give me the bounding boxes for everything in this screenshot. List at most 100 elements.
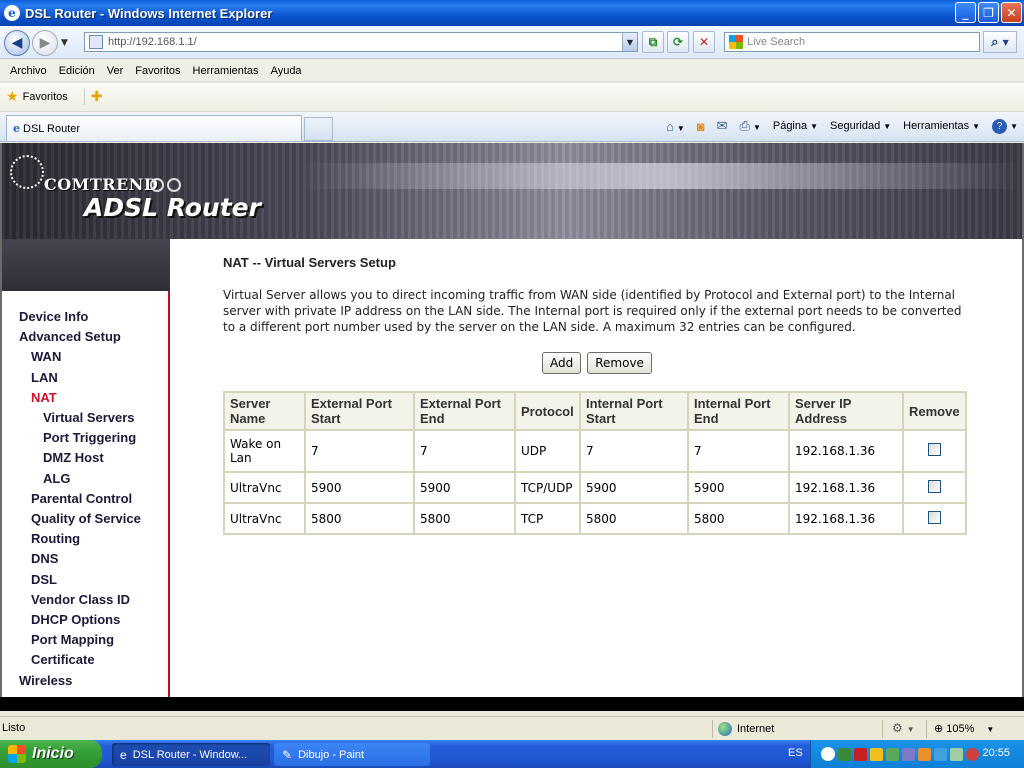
menu-favoritos[interactable]: Favoritos [129, 65, 186, 77]
window-title: DSL Router - Windows Internet Explorer [25, 5, 273, 21]
cell-ext-port-end: 5900 [413, 471, 516, 504]
remove-checkbox[interactable] [927, 443, 941, 456]
sidebar-item-quality-of-service[interactable]: Quality of Service [31, 511, 141, 526]
zoom-control[interactable]: ⊕ 105% ▼ [934, 722, 994, 735]
sidebar-item-device-info[interactable]: Device Info [19, 309, 88, 324]
sidebar-item-dmz-host[interactable]: DMZ Host [43, 450, 104, 465]
history-dropdown-icon[interactable]: ▼ [61, 38, 68, 48]
sidebar-item-certificate[interactable]: Certificate [31, 652, 95, 667]
tray-expand-icon[interactable] [821, 747, 835, 761]
sidebar-item-wan[interactable]: WAN [31, 349, 61, 364]
favorites-button[interactable]: Favoritos [23, 91, 68, 103]
windows-flag-icon [8, 745, 26, 763]
tab-dsl-router[interactable]: e DSL Router [6, 115, 302, 141]
cell-int-port-end: 5800 [687, 502, 790, 535]
sidebar-item-parental-control[interactable]: Parental Control [31, 491, 132, 506]
tools-menu[interactable]: Herramientas ▼ [903, 120, 980, 132]
print-button[interactable]: ⎙ ▼ [740, 118, 761, 134]
sidebar-item-dsl[interactable]: DSL [31, 572, 57, 587]
cell-server-ip: 192.168.1.36 [788, 502, 904, 535]
tray-network-icon[interactable] [838, 747, 851, 761]
clock: 20:55 [982, 747, 1010, 759]
back-button[interactable]: ◀ [4, 30, 30, 56]
brand-logo: COMTREND [44, 175, 159, 194]
page-description: Virtual Server allows you to direct inco… [223, 288, 962, 334]
address-dropdown-icon[interactable]: ▼ [622, 33, 637, 51]
sidebar-item-port-mapping[interactable]: Port Mapping [31, 632, 114, 647]
taskbar-item-paint[interactable]: ✎ Dibujo - Paint [274, 743, 430, 766]
cell-server-name: Wake on Lan [223, 429, 306, 473]
add-button[interactable]: Add [542, 352, 582, 374]
tray-acrobat-icon[interactable] [854, 747, 867, 761]
table-row: UltraVnc 5800 5800 TCP 5800 5800 192.168.1.36 [223, 502, 967, 535]
address-input[interactable]: http://192.168.1.1/ ▼ [84, 32, 638, 52]
page-menu[interactable]: Página ▼ [773, 120, 818, 132]
taskbar-item-ie[interactable]: e DSL Router - Window... [112, 743, 270, 766]
router-banner: COMTREND ADSL Router [2, 143, 1022, 239]
address-url[interactable]: http://192.168.1.1/ [108, 36, 622, 48]
sidebar-item-nat[interactable]: NAT [31, 390, 57, 405]
stop-button[interactable]: ✕ [693, 31, 715, 53]
tray-app-icon[interactable] [918, 747, 931, 761]
mail-icon[interactable]: ✉ [717, 118, 728, 134]
forward-button[interactable]: ▶ [32, 30, 58, 56]
security-menu[interactable]: Seguridad ▼ [830, 120, 891, 132]
menu-ayuda[interactable]: Ayuda [265, 65, 308, 77]
language-indicator[interactable]: ES [788, 747, 803, 759]
compatibility-icon[interactable]: ⧉ [642, 31, 664, 53]
product-title: ADSL Router [84, 193, 261, 222]
sidebar-item-lan[interactable]: LAN [31, 370, 58, 385]
sidebar-item-wireless[interactable]: Wireless [19, 673, 72, 688]
protected-mode-icon[interactable]: ⚙ ▼ [892, 721, 915, 735]
sidebar-item-virtual-servers[interactable]: Virtual Servers [43, 410, 135, 425]
sidebar-item-advanced-setup[interactable]: Advanced Setup [19, 329, 121, 344]
menu-archivo[interactable]: Archivo [4, 65, 53, 77]
menu-edicion[interactable]: Edición [53, 65, 101, 77]
tray-shield-icon[interactable] [870, 747, 883, 761]
col-protocol: Protocol [514, 391, 581, 431]
menu-bar: Archivo Edición Ver Favoritos Herramient… [0, 60, 1024, 82]
status-text: Listo [2, 722, 26, 734]
print-icon: ⎙ [739, 118, 750, 133]
help-button[interactable]: ? ▼ [992, 118, 1018, 134]
cell-protocol: TCP [514, 502, 581, 535]
home-button[interactable]: ⌂ ▼ [666, 119, 685, 134]
sidebar-item-dhcp-options[interactable]: DHCP Options [31, 612, 120, 627]
search-input[interactable]: Live Search [724, 32, 980, 52]
sidebar-item-dns[interactable]: DNS [31, 551, 58, 566]
command-bar: ⌂ ▼ ◙ ✉ ⎙ ▼ Página ▼ Seguridad ▼ Herramienta… [666, 118, 1018, 134]
feeds-icon[interactable]: ◙ [697, 119, 705, 134]
restore-button[interactable]: ❐ [978, 2, 999, 23]
tray-sync-icon[interactable] [934, 747, 947, 761]
remove-button[interactable]: Remove [587, 352, 652, 374]
remove-checkbox[interactable] [927, 510, 941, 524]
remove-checkbox[interactable] [927, 479, 941, 493]
menu-ver[interactable]: Ver [101, 65, 130, 77]
sidebar-item-port-triggering[interactable]: Port Triggering [43, 430, 136, 445]
sidebar-item-alg[interactable]: ALG [43, 471, 70, 486]
sidebar-item-vendor-class-id[interactable]: Vendor Class ID [31, 592, 130, 607]
tray-monitor-icon[interactable] [902, 747, 915, 761]
cell-int-port-end: 7 [687, 429, 790, 473]
sidebar-item-routing[interactable]: Routing [31, 531, 80, 546]
sidebar-nav: Device Info Advanced Setup WAN LAN NAT Virtua… [2, 291, 170, 711]
ie-task-icon: e [120, 747, 127, 762]
new-tab-button[interactable] [304, 117, 333, 141]
tray-antivirus-icon[interactable] [966, 747, 979, 761]
col-remove: Remove [902, 391, 967, 431]
cell-ext-port-end: 5800 [413, 502, 516, 535]
col-external-port-end: External Port End [413, 391, 516, 431]
tab-title: DSL Router [23, 122, 81, 135]
cell-ext-port-start: 5800 [304, 502, 415, 535]
tray-volume-icon[interactable] [950, 747, 963, 761]
tray-check-icon[interactable] [886, 747, 899, 761]
add-favorite-icon[interactable]: ✚ [83, 89, 103, 105]
menu-herramientas[interactable]: Herramientas [187, 65, 265, 77]
favorites-star-icon[interactable]: ★ [6, 89, 19, 105]
refresh-button[interactable]: ⟳ [667, 31, 689, 53]
close-button[interactable]: ✕ [1001, 2, 1022, 23]
minimize-button[interactable]: _ [955, 2, 976, 23]
search-button[interactable]: ⌕ ▼ [983, 31, 1017, 53]
security-zone[interactable]: Internet [718, 722, 774, 736]
start-button[interactable]: Inicio [0, 740, 102, 768]
